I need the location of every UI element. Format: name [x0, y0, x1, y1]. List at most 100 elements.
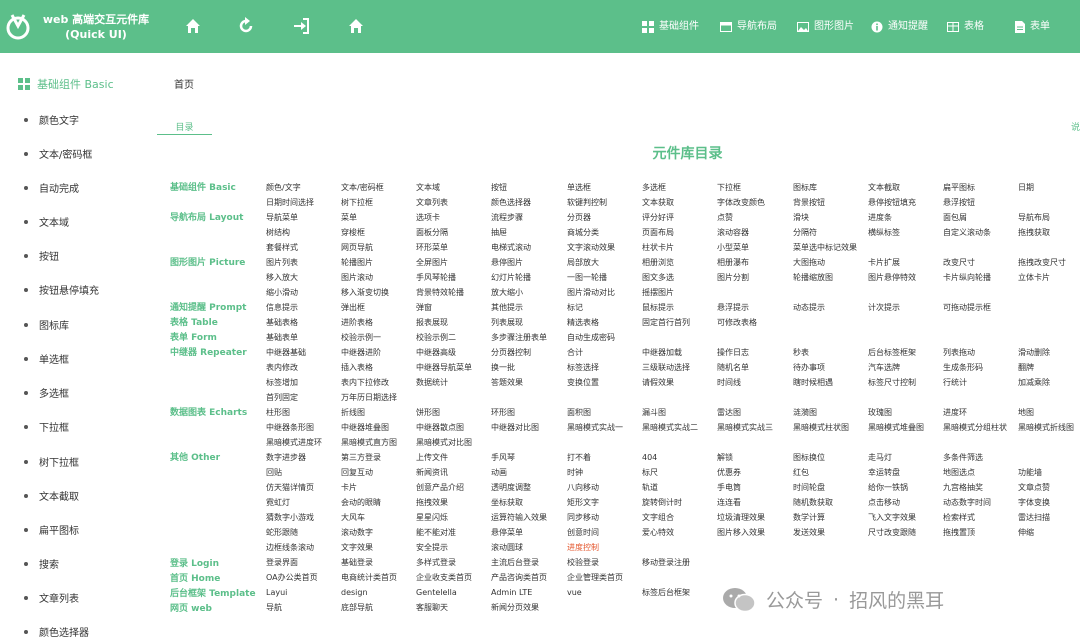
catalog-link[interactable]: 选项卡 [416, 212, 440, 224]
catalog-link[interactable]: 校验示例一 [341, 332, 381, 344]
catalog-link[interactable]: 横纵标签 [868, 227, 900, 239]
catalog-link[interactable]: 黑暗模式分组柱状 [943, 422, 1007, 434]
sidebar-item[interactable]: 自动完成 [24, 180, 79, 195]
catalog-link[interactable]: 信息提示 [266, 302, 298, 314]
catalog-link[interactable]: 动画 [491, 467, 507, 479]
catalog-link[interactable]: 涟漪图 [793, 407, 817, 419]
catalog-link[interactable]: 图片滑动对比 [567, 287, 615, 299]
sidebar-item[interactable]: 按钮悬停填充 [24, 282, 99, 297]
catalog-link[interactable]: 文字组合 [642, 512, 674, 524]
catalog-link[interactable]: 旋转倒计时 [642, 497, 682, 509]
category-heading[interactable]: 基础组件 Basic [170, 182, 236, 194]
catalog-link[interactable]: vue [567, 587, 582, 599]
catalog-link[interactable]: 后台标签框架 [868, 347, 916, 359]
catalog-link[interactable]: 点击移动 [868, 497, 900, 509]
nav-picture[interactable]: 图形图片 [797, 20, 854, 34]
catalog-link[interactable]: 套餐样式 [266, 242, 298, 254]
catalog-link[interactable]: 幸运转盘 [868, 467, 900, 479]
catalog-link[interactable]: 雷达图 [717, 407, 741, 419]
catalog-link[interactable]: 基础表格 [266, 317, 298, 329]
catalog-link[interactable]: 霓虹灯 [266, 497, 290, 509]
catalog-link[interactable]: 大风车 [341, 512, 365, 524]
catalog-link[interactable]: 图片移入效果 [717, 527, 765, 539]
catalog-link[interactable]: 多选框 [642, 182, 666, 194]
category-heading[interactable]: 通知提醒 Prompt [170, 302, 246, 314]
catalog-link[interactable]: 局部放大 [567, 257, 599, 269]
catalog-link[interactable]: 图片列表 [266, 257, 298, 269]
catalog-link[interactable]: 请假效果 [642, 377, 674, 389]
catalog-link[interactable]: 可修改表格 [717, 317, 757, 329]
catalog-link[interactable]: 标签后台框架 [642, 587, 690, 599]
catalog-link[interactable]: 基础登录 [341, 557, 373, 569]
catalog-link[interactable]: 树结构 [266, 227, 290, 239]
catalog-link[interactable]: 弹出框 [341, 302, 365, 314]
catalog-link[interactable]: 功能墙 [1018, 467, 1042, 479]
catalog-link[interactable]: 自动生成密码 [567, 332, 615, 344]
catalog-link[interactable]: 拖拽改变尺寸 [1018, 257, 1066, 269]
category-heading[interactable]: 数据图表 Echarts [170, 407, 247, 419]
catalog-link[interactable]: 页面布局 [642, 227, 674, 239]
catalog-link[interactable]: 列表展现 [491, 317, 523, 329]
catalog-link[interactable]: 数据统计 [416, 377, 448, 389]
catalog-link[interactable]: 小型菜单 [717, 242, 749, 254]
catalog-link[interactable]: 悬浮提示 [717, 302, 749, 314]
catalog-link[interactable]: 图片分割 [717, 272, 749, 284]
catalog-link[interactable]: 菜单 [341, 212, 357, 224]
catalog-link[interactable]: 动态数字时间 [943, 497, 991, 509]
catalog-link[interactable]: 移入放大 [266, 272, 298, 284]
sidebar-item[interactable]: 颜色文字 [24, 112, 79, 127]
catalog-link[interactable]: 秒表 [793, 347, 809, 359]
catalog-link[interactable]: 黑暗模式折线图 [1018, 422, 1074, 434]
catalog-link[interactable]: 黑暗模式进度环 [266, 437, 322, 449]
catalog-link[interactable]: 中继器堆叠图 [341, 422, 389, 434]
catalog-link[interactable]: 网页导航 [341, 242, 373, 254]
catalog-link[interactable]: 飞入文字效果 [868, 512, 916, 524]
catalog-link[interactable]: 创意产品介绍 [416, 482, 464, 494]
catalog-link[interactable]: 蛇形跟随 [266, 527, 298, 539]
catalog-link[interactable]: 滚动圆球 [491, 542, 523, 554]
catalog-link[interactable]: 主流后台登录 [491, 557, 539, 569]
catalog-link[interactable]: 摇摆图片 [642, 287, 674, 299]
catalog-link[interactable]: 悬停图片 [491, 257, 523, 269]
catalog-link[interactable]: 给你一铁锅 [868, 482, 908, 494]
catalog-link[interactable]: 基础表单 [266, 332, 298, 344]
catalog-link[interactable]: 黑暗模式实战一 [567, 422, 623, 434]
catalog-link[interactable]: 第三方登录 [341, 452, 381, 464]
catalog-link[interactable]: 中继器进阶 [341, 347, 381, 359]
catalog-link[interactable]: 红包 [793, 467, 809, 479]
catalog-link[interactable]: 文字滚动效果 [567, 242, 615, 254]
catalog-link[interactable]: 底部导航 [341, 602, 373, 614]
catalog-link[interactable]: 文本域 [416, 182, 440, 194]
catalog-link[interactable]: 颜色/文字 [266, 182, 301, 194]
catalog-link[interactable]: 滚动数字 [341, 527, 373, 539]
catalog-link[interactable]: 中继器基础 [266, 347, 306, 359]
catalog-link[interactable]: 拖拽置顶 [943, 527, 975, 539]
catalog-link[interactable]: 树下拉框 [341, 197, 373, 209]
catalog-link[interactable]: 地图 [1018, 407, 1034, 419]
catalog-link[interactable]: Layui [266, 587, 287, 599]
catalog-link[interactable]: 柱形图 [266, 407, 290, 419]
catalog-link[interactable]: 固定首行首列 [642, 317, 690, 329]
catalog-link[interactable]: 打不着 [567, 452, 591, 464]
category-heading[interactable]: 网页 web [170, 603, 212, 615]
catalog-link[interactable]: 插入表格 [341, 362, 373, 374]
catalog-link[interactable]: 数字进步器 [266, 452, 306, 464]
catalog-link[interactable]: 表内下拉修改 [341, 377, 389, 389]
catalog-link[interactable]: 汽车选牌 [868, 362, 900, 374]
home-icon[interactable] [184, 17, 202, 35]
catalog-link[interactable]: 卡片扩展 [868, 257, 900, 269]
catalog-link[interactable]: 边框线条滚动 [266, 542, 314, 554]
catalog-link[interactable]: 变换位置 [567, 377, 599, 389]
catalog-link[interactable]: 进阶表格 [341, 317, 373, 329]
catalog-link[interactable]: 放大缩小 [491, 287, 523, 299]
catalog-link[interactable]: 标签选择 [567, 362, 599, 374]
catalog-link[interactable]: 精选表格 [567, 317, 599, 329]
catalog-link[interactable]: 随机名单 [717, 362, 749, 374]
catalog-link[interactable]: 电梯式滚动 [491, 242, 531, 254]
catalog-link[interactable]: 按钮 [491, 182, 507, 194]
catalog-link[interactable]: 加减乘除 [1018, 377, 1050, 389]
catalog-link[interactable]: 改变尺寸 [943, 257, 975, 269]
category-heading[interactable]: 首页 Home [170, 573, 220, 585]
catalog-link[interactable]: 缩小滑动 [266, 287, 298, 299]
catalog-link[interactable]: 伸缩 [1018, 527, 1034, 539]
